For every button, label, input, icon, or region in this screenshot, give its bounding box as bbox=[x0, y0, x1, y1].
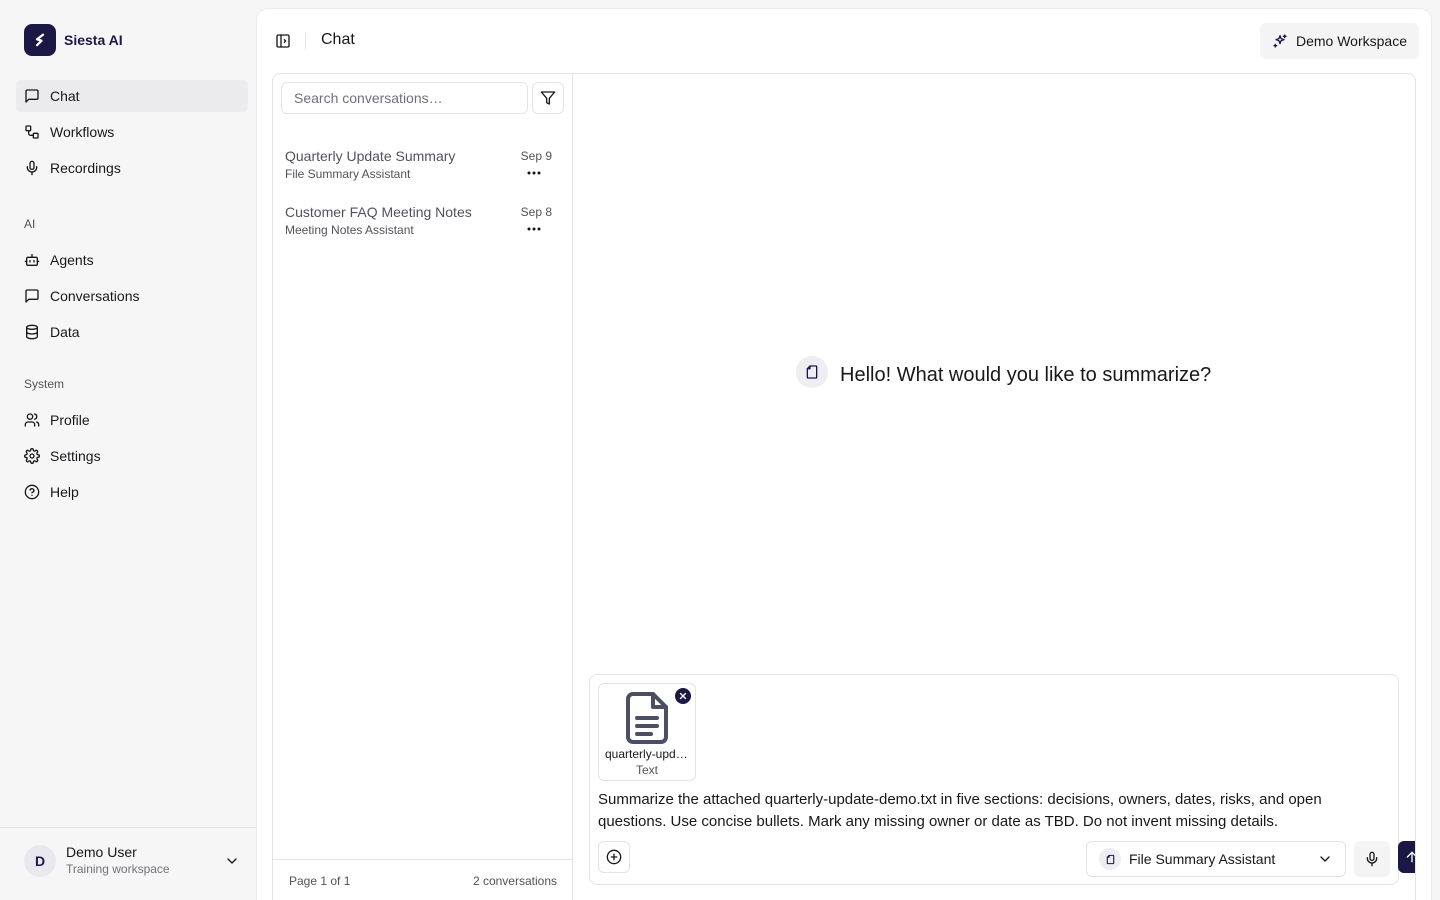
brand-logo-icon bbox=[24, 24, 56, 56]
send-button[interactable] bbox=[1398, 841, 1415, 873]
nav-section-ai: AI bbox=[24, 217, 36, 231]
conversation-agent: File Summary Assistant bbox=[285, 167, 411, 181]
sidebar-item-label: Data bbox=[50, 324, 80, 340]
brand[interactable]: Siesta AI bbox=[24, 24, 123, 56]
greeting: Hello! What would you like to summarize? bbox=[796, 356, 1211, 388]
agent-name: File Summary Assistant bbox=[1129, 851, 1276, 867]
message-input[interactable]: Summarize the attached quarterly-update-… bbox=[598, 789, 1388, 837]
conversation-count: 2 conversations bbox=[472, 874, 557, 888]
workflow-icon bbox=[25, 125, 39, 139]
attachment-name: quarterly-update-demo.txt bbox=[605, 747, 689, 761]
more-options-icon[interactable] bbox=[526, 224, 542, 234]
sidebar-footer: D Demo User Training workspace bbox=[0, 827, 256, 900]
workspace-label: Demo Workspace bbox=[1295, 33, 1407, 49]
chat-area: Hello! What would you like to summarize?… bbox=[573, 74, 1415, 900]
user-info: Demo User Training workspace bbox=[66, 844, 214, 877]
sidebar-item-profile[interactable]: Profile bbox=[16, 404, 248, 436]
gear-icon bbox=[24, 448, 40, 464]
sidebar-item-label: Profile bbox=[50, 412, 90, 428]
nav-section-system: System bbox=[24, 377, 65, 391]
add-attachment-button[interactable] bbox=[598, 841, 630, 873]
more-options-icon[interactable] bbox=[526, 168, 542, 178]
conversation-item[interactable]: Customer FAQ Meeting Notes Meeting Notes… bbox=[273, 204, 572, 252]
assistant-avatar-icon bbox=[796, 356, 828, 388]
remove-attachment-button[interactable] bbox=[675, 688, 691, 704]
sidebar-item-help[interactable]: Help bbox=[16, 476, 248, 508]
chevron-down-icon bbox=[227, 857, 237, 864]
conversation-title: Customer FAQ Meeting Notes bbox=[285, 204, 472, 220]
database-icon bbox=[26, 324, 38, 340]
main-panel: Chat Demo Workspace Quarterly Update Sum… bbox=[256, 8, 1432, 900]
users-icon bbox=[24, 413, 40, 427]
greeting-text: Hello! What would you like to summarize? bbox=[840, 363, 1212, 386]
sidebar-item-label: Agents bbox=[50, 252, 94, 268]
sparkles-icon bbox=[1273, 34, 1287, 48]
arrow-up-icon bbox=[1406, 851, 1415, 863]
sidebar-item-label: Conversations bbox=[50, 288, 140, 304]
sidebar-item-recordings[interactable]: Recordings bbox=[16, 152, 248, 184]
voice-input-button[interactable] bbox=[1354, 841, 1390, 877]
filter-icon bbox=[540, 91, 556, 105]
avatar: D bbox=[24, 844, 56, 877]
microphone-icon bbox=[1366, 851, 1378, 867]
nav-ai: AI Agents Conversations Data bbox=[16, 212, 248, 352]
file-text-icon bbox=[623, 691, 671, 750]
microphone-icon bbox=[26, 160, 38, 176]
nav-system: System Profile Settings Help bbox=[16, 372, 248, 512]
sidebar-item-label: Chat bbox=[50, 88, 80, 104]
sidebar-item-workflows[interactable]: Workflows bbox=[16, 116, 248, 148]
conversation-item[interactable]: Quarterly Update Summary File Summary As… bbox=[273, 148, 572, 196]
pagination-info: Page 1 of 1 bbox=[289, 874, 351, 888]
panel-left-icon bbox=[276, 34, 290, 48]
brand-name: Siesta AI bbox=[64, 32, 123, 48]
agent-select[interactable]: File Summary Assistant bbox=[1086, 841, 1346, 877]
close-icon bbox=[679, 692, 687, 700]
chat-bubble-icon bbox=[25, 289, 39, 303]
attachment-card[interactable]: quarterly-update-demo.txt Text bbox=[598, 683, 696, 781]
user-workspace: Training workspace bbox=[66, 862, 170, 876]
content-area: Quarterly Update Summary File Summary As… bbox=[272, 73, 1416, 900]
sidebar-item-conversations[interactable]: Conversations bbox=[16, 280, 248, 312]
nav-main: Chat Workflows Recordings bbox=[16, 80, 248, 188]
agent-avatar-icon bbox=[1099, 848, 1121, 870]
sidebar-item-label: Settings bbox=[50, 448, 101, 464]
attachment-type: Text bbox=[635, 763, 658, 777]
conversation-list-footer: Page 1 of 1 2 conversations bbox=[273, 859, 572, 900]
help-icon bbox=[24, 484, 40, 500]
message-composer: quarterly-update-demo.txt Text Summarize… bbox=[589, 674, 1415, 885]
conversation-date: Sep 9 bbox=[520, 149, 552, 163]
search-input[interactable] bbox=[281, 82, 528, 114]
topbar: Chat Demo Workspace bbox=[257, 9, 1431, 73]
workspace-button[interactable]: Demo Workspace bbox=[1259, 23, 1419, 59]
sidebar-item-settings[interactable]: Settings bbox=[16, 440, 248, 472]
bot-icon bbox=[24, 254, 40, 266]
conversation-date: Sep 8 bbox=[520, 205, 552, 219]
topbar-divider bbox=[305, 33, 306, 49]
sidebar-item-agents[interactable]: Agents bbox=[16, 244, 248, 276]
sidebar-item-label: Help bbox=[50, 484, 79, 500]
sidebar: Siesta AI Chat Workflows Recordings AI A… bbox=[0, 0, 256, 900]
conversation-list-panel: Quarterly Update Summary File Summary As… bbox=[273, 74, 573, 900]
plus-circle-icon bbox=[606, 849, 622, 865]
sidebar-item-label: Recordings bbox=[50, 160, 121, 176]
sidebar-item-chat[interactable]: Chat bbox=[16, 80, 248, 112]
chat-bubble-icon bbox=[25, 89, 39, 103]
conversation-agent: Meeting Notes Assistant bbox=[285, 223, 414, 237]
filter-button[interactable] bbox=[532, 82, 564, 114]
sidebar-item-data[interactable]: Data bbox=[16, 316, 248, 348]
user-name: Demo User bbox=[66, 844, 137, 860]
toggle-sidebar-button[interactable] bbox=[273, 31, 293, 51]
sidebar-item-label: Workflows bbox=[50, 124, 115, 140]
chevron-down-icon bbox=[1320, 856, 1330, 862]
user-menu[interactable]: D Demo User Training workspace bbox=[24, 844, 240, 877]
page-title: Chat bbox=[321, 31, 355, 48]
conversation-title: Quarterly Update Summary bbox=[285, 148, 456, 164]
